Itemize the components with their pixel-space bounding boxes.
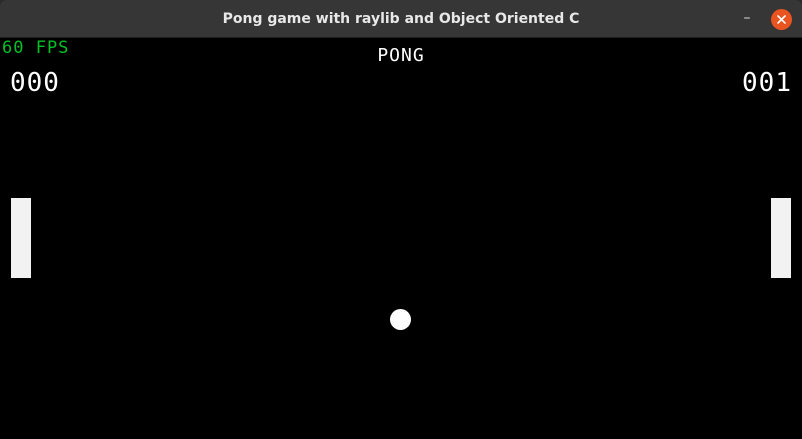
- game-canvas[interactable]: 60 FPS PONG 000 001: [0, 38, 802, 439]
- minimize-button[interactable]: –: [736, 9, 758, 31]
- score-right: 001: [742, 68, 792, 98]
- window-title: Pong game with raylib and Object Oriente…: [222, 11, 580, 27]
- app-window: Pong game with raylib and Object Oriente…: [0, 0, 802, 439]
- paddle-right: [771, 198, 791, 278]
- title-bar[interactable]: Pong game with raylib and Object Oriente…: [0, 0, 802, 38]
- score-left: 000: [10, 68, 60, 98]
- close-icon: [777, 15, 786, 24]
- ball: [390, 309, 411, 330]
- paddle-left: [11, 198, 31, 278]
- close-button[interactable]: [771, 9, 792, 30]
- game-title: PONG: [377, 45, 425, 66]
